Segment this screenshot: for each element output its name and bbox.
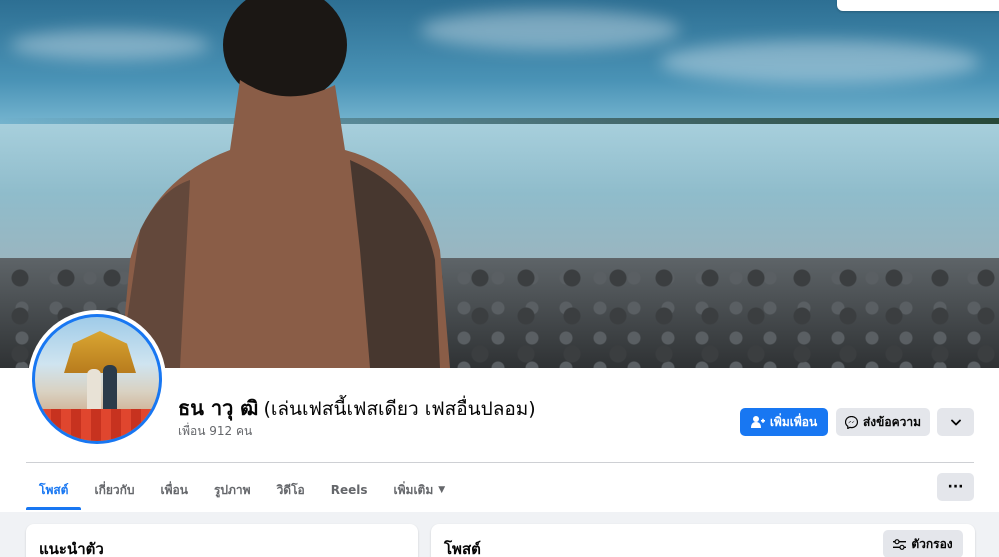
tab-label: Reels (330, 483, 368, 497)
filter-label: ตัวกรอง (911, 536, 953, 551)
profile-avatar[interactable] (28, 310, 166, 448)
profile-options-button[interactable] (937, 408, 974, 436)
tab-label: วิดีโอ (276, 482, 305, 497)
filter-icon (893, 538, 907, 550)
caret-down-icon: ▼ (438, 485, 446, 495)
add-friend-button[interactable]: เพิ่มเพื่อน (740, 408, 828, 436)
more-dots-icon: ··· (947, 479, 964, 495)
chevron-down-icon (950, 419, 961, 425)
more-options-button[interactable]: ··· (937, 473, 974, 501)
add-friend-icon (750, 416, 765, 428)
cloud (420, 10, 680, 50)
person-figure (87, 369, 101, 413)
temple-shape (64, 331, 136, 373)
profile-tabs: โพสต์ เกี่ยวกับ เพื่อน รูปภาพ วิดีโอ Ree… (26, 470, 458, 510)
tab-label: เพื่อน (160, 482, 188, 497)
tab-label: เกี่ยวกับ (94, 482, 135, 497)
message-label: ส่งข้อความ (862, 414, 921, 429)
posts-card: โพสต์ ตัวกรอง (431, 524, 975, 557)
add-friend-label: เพิ่มเพื่อน (769, 414, 818, 429)
tab-about[interactable]: เกี่ยวกับ (81, 470, 147, 510)
filter-button[interactable]: ตัวกรอง (883, 530, 963, 557)
tab-label: รูปภาพ (213, 482, 251, 497)
posts-title: โพสต์ (444, 540, 481, 557)
tab-label: โพสต์ (39, 482, 69, 497)
tab-reels[interactable]: Reels (318, 470, 381, 510)
avatar-image (32, 314, 162, 444)
tab-more[interactable]: เพิ่มเติม ▼ (381, 470, 459, 510)
tab-posts[interactable]: โพสต์ (26, 470, 82, 510)
tab-friends[interactable]: เพื่อน (148, 470, 201, 510)
friends-count[interactable]: เพื่อน 912 คน (178, 422, 252, 441)
tab-videos[interactable]: วิดีโอ (264, 470, 318, 510)
message-button[interactable]: ส่งข้อความ (836, 408, 930, 436)
header-divider (26, 462, 974, 463)
profile-name-row: ธน าวุ ฒิ (เล่นเฟสนี้เฟสเดียว เฟสอื่นปลอ… (178, 392, 536, 424)
cloud (660, 40, 980, 84)
profile-nickname: (เล่นเฟสนี้เฟสเดียว เฟสอื่นปลอม) (263, 398, 536, 420)
tab-photos[interactable]: รูปภาพ (201, 470, 264, 510)
crates-shape (41, 409, 159, 441)
intro-title: แนะนำตัว (39, 540, 104, 557)
messenger-icon (844, 415, 858, 429)
tab-label: เพิ่มเติม (393, 482, 434, 497)
intro-card: แนะนำตัว (26, 524, 418, 557)
top-right-panel (837, 0, 999, 11)
cover-photo[interactable] (0, 0, 999, 368)
person-silhouette (120, 0, 450, 368)
person-figure (103, 365, 117, 413)
profile-name: ธน าวุ ฒิ (178, 396, 259, 420)
